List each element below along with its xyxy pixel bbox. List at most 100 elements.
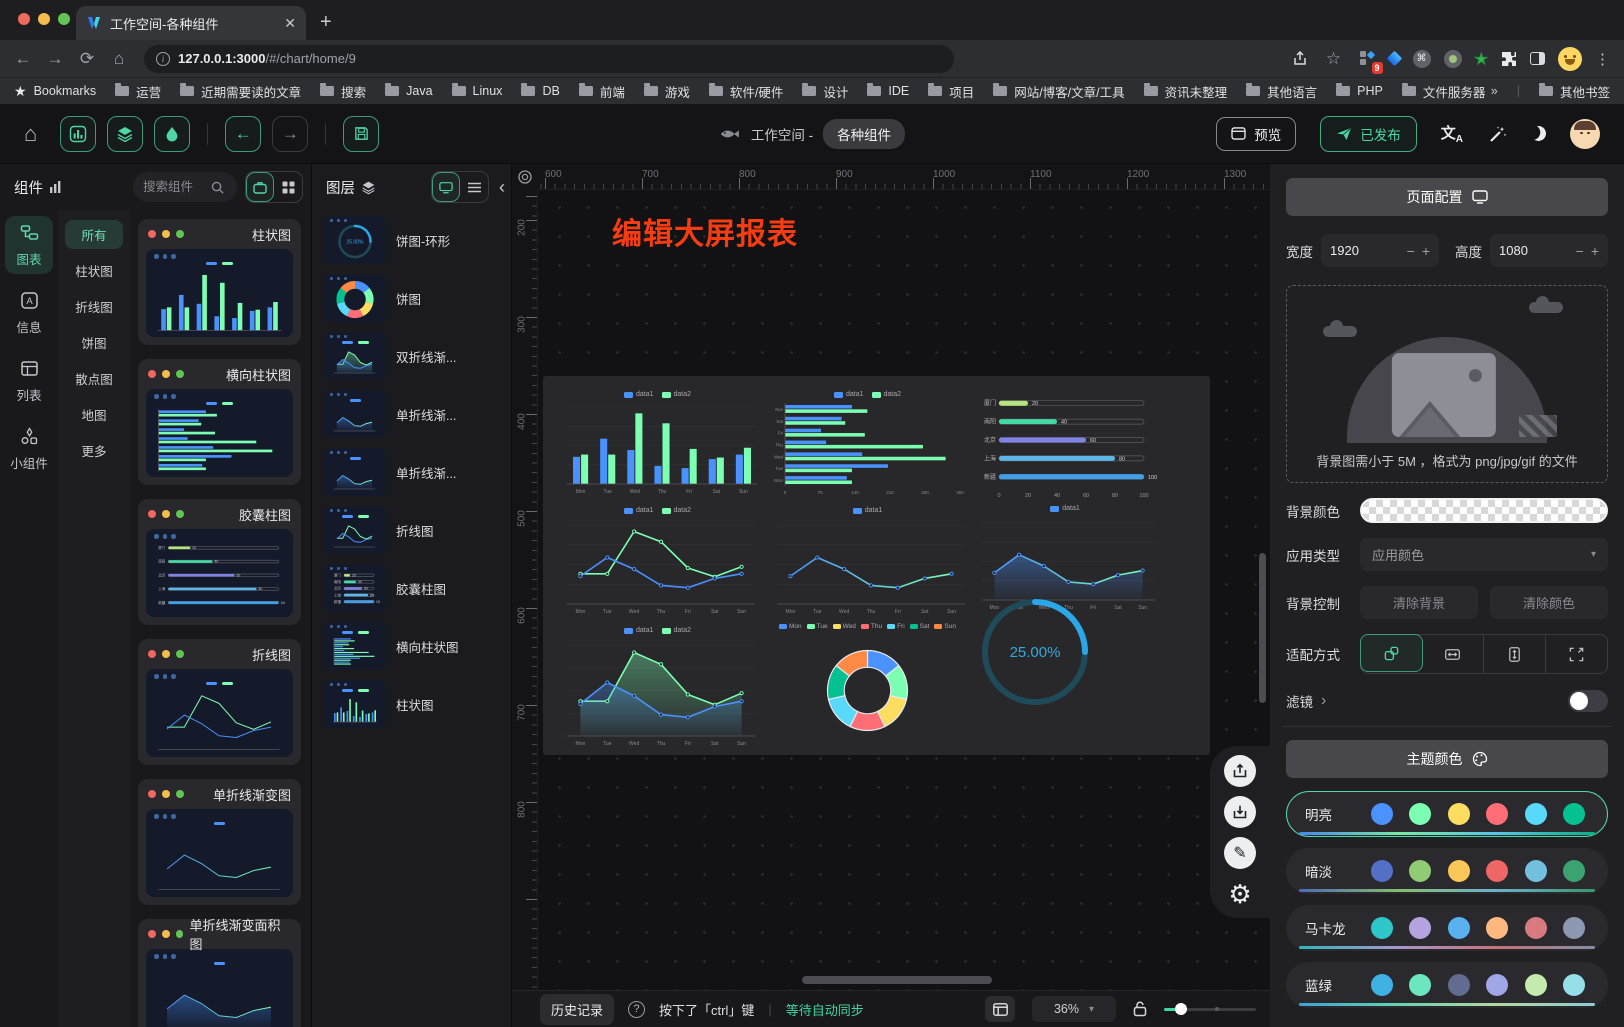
grid-view-button[interactable] [274,172,302,202]
background-upload-dropzone[interactable]: 背景图需小于 5M ，格式为 png/jpg/gif 的文件 [1286,285,1608,483]
component-card[interactable]: 单折线渐变图data1 [138,779,301,905]
share-icon[interactable] [1292,51,1308,67]
clear-color-button[interactable]: 清除颜色 [1490,586,1608,619]
minimize-window-button[interactable] [38,13,50,25]
puzzle-extensions-icon[interactable] [1501,51,1517,67]
url-bar[interactable]: i 127.0.0.1:3000/#/chart/home/9 [144,45,954,73]
width-value[interactable]: 1920 [1330,243,1400,258]
category-item[interactable]: 散点图 [65,364,123,393]
bookmark-folder[interactable]: 游戏 [644,82,690,101]
extension-diamond-icon[interactable] [1386,51,1402,67]
decrement-icon[interactable]: − [1576,243,1584,259]
theme-color-dot[interactable] [1563,803,1585,825]
site-info-icon[interactable]: i [156,52,170,66]
theme-color-dot[interactable] [1486,917,1508,939]
layers-toggle-button[interactable] [107,116,143,152]
layer-item[interactable]: data1data2横向柱状图 [324,622,503,670]
preview-button[interactable]: 预览 [1216,117,1296,151]
language-icon[interactable]: 文A [1441,122,1463,145]
other-bookmarks[interactable]: 其他书签 [1539,82,1610,101]
component-card[interactable]: 横向柱状图data1data2 [138,359,301,485]
back-icon[interactable]: ← [10,49,36,69]
maximize-window-button[interactable] [58,13,70,25]
theme-color-dot[interactable] [1525,917,1547,939]
import-button[interactable] [1224,796,1256,828]
collapse-panel-icon[interactable]: ‹ [499,177,505,198]
capsule-chart[interactable]: 厦门20南阳40北京60上海80新疆100020406080100 [973,390,1160,500]
bookmark-folder[interactable]: DB [521,82,559,101]
decrement-icon[interactable]: − [1407,243,1415,259]
theme-color-dot[interactable] [1486,860,1508,882]
details-toggle-button[interactable] [154,116,190,152]
layer-item[interactable]: data1data2柱状图 [324,680,503,728]
help-icon[interactable]: ? [628,1001,645,1018]
bookmark-folder[interactable]: Java [385,82,432,101]
bookmark-folder[interactable]: 前端 [579,82,625,101]
browser-menu-icon[interactable]: ⋮ [1595,50,1610,68]
bookmark-folder[interactable]: 网站/博客/文章/工具 [993,82,1124,101]
theme-color-dot[interactable] [1563,974,1585,996]
save-button[interactable] [343,116,379,152]
component-card[interactable]: 单折线渐变面积图data1 [138,919,301,1027]
theme-color-dot[interactable] [1371,803,1393,825]
bg-color-swatch[interactable] [1360,498,1608,523]
slider-knob[interactable] [1175,1003,1187,1015]
clear-background-button[interactable]: 清除背景 [1360,586,1478,619]
bookmark-folder[interactable]: IDE [867,82,909,101]
rail-tab-list[interactable]: 列表 [5,352,53,410]
bookmarks-overflow-icon[interactable]: » [1491,84,1498,98]
category-item[interactable]: 折线图 [65,292,123,321]
bookmark-folder[interactable]: 搜索 [320,82,366,101]
bookmark-folder[interactable]: 运营 [115,82,161,101]
extension-command-icon[interactable]: ⌘ [1413,50,1431,68]
theme-row[interactable]: 马卡龙 [1286,905,1608,951]
home-icon[interactable]: ⌂ [106,49,132,69]
fit-scale-button[interactable] [1360,634,1423,672]
page-config-button[interactable]: 页面配置 [1286,178,1608,216]
layer-item[interactable]: 饼图 [324,274,503,322]
fit-height-button[interactable] [1484,635,1546,673]
eye-icon[interactable] [517,169,533,185]
category-item[interactable]: 饼图 [65,328,123,357]
theme-color-dot[interactable] [1371,917,1393,939]
user-avatar[interactable] [1570,119,1600,149]
project-name-pill[interactable]: 各种组件 [823,119,905,149]
bookmarks-manager[interactable]: ★Bookmarks [14,83,96,100]
fit-width-button[interactable] [1422,635,1484,673]
filter-toggle[interactable] [1568,690,1608,712]
component-card[interactable]: 胶囊柱图厦门20南阳40北京60上海80新疆100 [138,499,301,625]
category-item[interactable]: 更多 [65,436,123,465]
theme-row[interactable]: 明亮 [1286,791,1608,837]
app-home-icon[interactable]: ⌂ [24,121,37,147]
search-field[interactable] [143,180,207,194]
thumbnail-view-button[interactable] [432,172,460,202]
zoom-slider[interactable] [1164,1002,1256,1016]
theme-color-dot[interactable] [1409,803,1431,825]
layer-item[interactable]: data1单折线渐... [324,390,503,438]
fit-fullscreen-button[interactable] [1546,635,1607,673]
category-item[interactable]: 所有 [65,220,123,249]
dark-mode-moon-icon[interactable] [1529,124,1548,143]
doughnut-chart[interactable] [765,633,970,748]
rail-tab-info[interactable]: A信息 [5,284,53,342]
vertical-scrollbar[interactable] [1259,553,1266,703]
rail-tab-widget[interactable]: 小组件 [5,420,53,478]
bookmark-folder[interactable]: Linux [452,82,503,101]
theme-color-dot[interactable] [1486,803,1508,825]
layer-item[interactable]: data1data2折线图 [324,506,503,554]
list-view-button[interactable] [460,172,488,202]
layer-item[interactable]: 厦门20南阳40北京60上海80新疆100胶囊柱图 [324,564,503,612]
tab-close-icon[interactable]: ✕ [284,16,296,30]
component-card[interactable]: 柱状图data1data2 [138,219,301,345]
theme-row[interactable]: 暗淡 [1286,848,1608,894]
ring-progress-chart[interactable]: 25.00% [977,594,1093,710]
app-type-select[interactable]: 应用颜色▾ [1360,538,1608,571]
chevron-right-icon[interactable]: › [1321,692,1326,710]
width-stepper[interactable]: 1920−+ [1321,234,1439,267]
close-window-button[interactable] [18,13,30,25]
redo-button[interactable]: → [272,116,308,152]
bookmark-folder[interactable]: 设计 [802,82,848,101]
reload-icon[interactable]: ⟳ [74,49,100,69]
bookmark-folder[interactable]: PHP [1336,82,1383,101]
bookmark-folder[interactable]: 其他语言 [1246,82,1317,101]
